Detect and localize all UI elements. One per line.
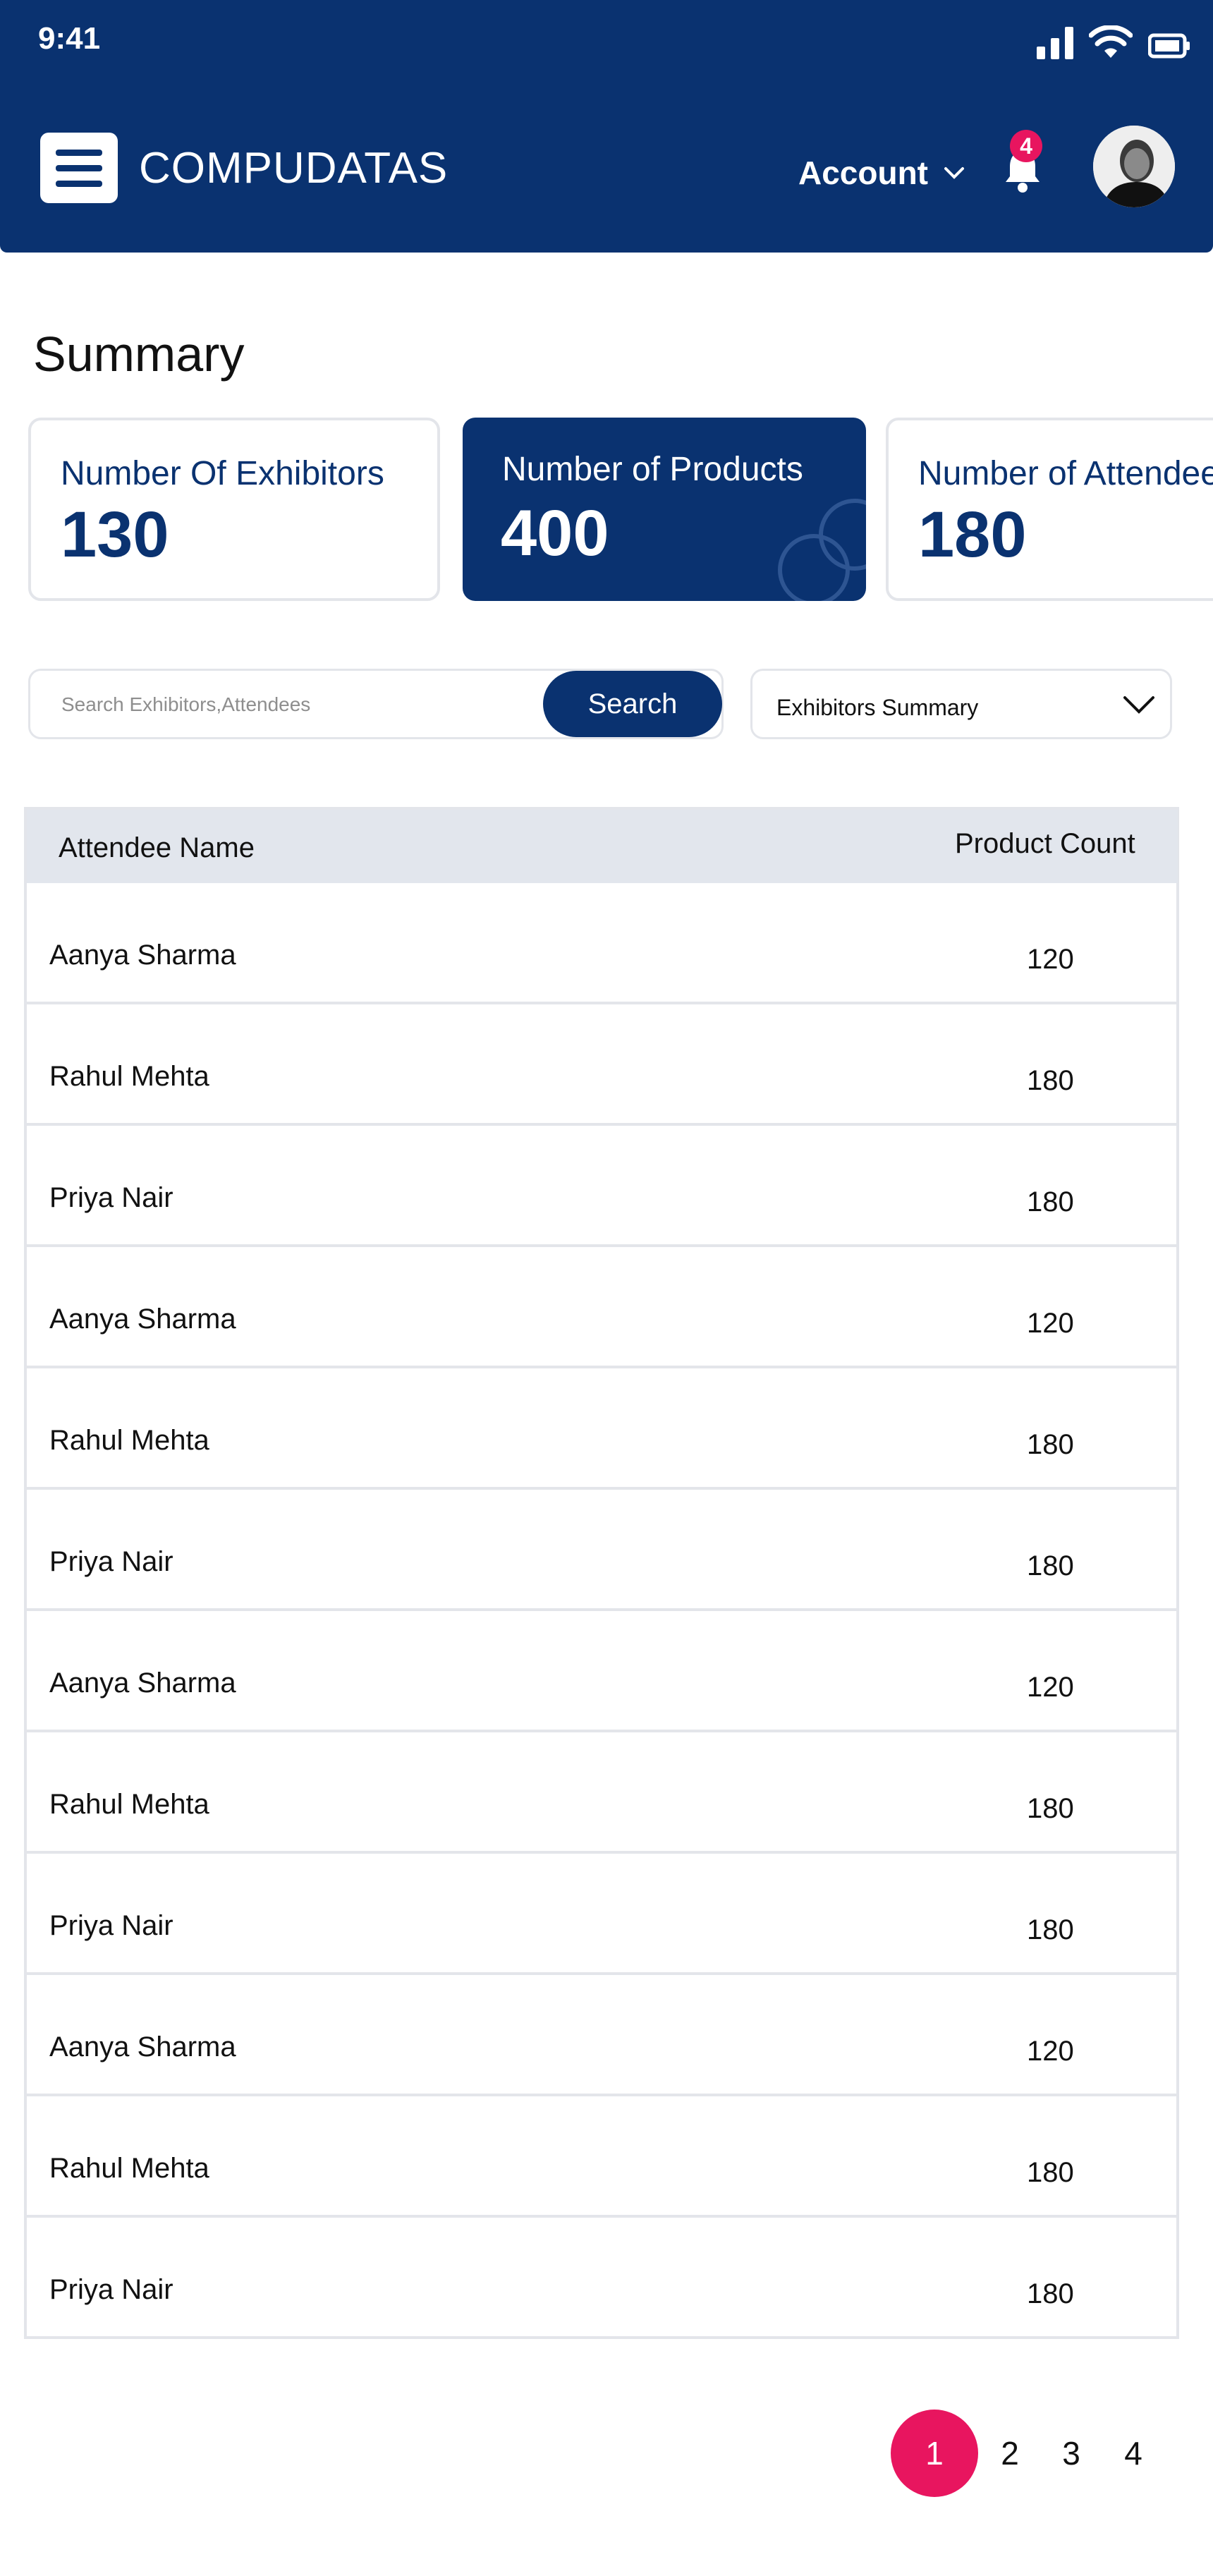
table-row[interactable]: Priya Nair 180 [27,1126,1178,1247]
menu-line [56,164,102,171]
attendee-name: Aanya Sharma [49,2031,236,2062]
select-value: Exhibitors Summary [776,695,979,720]
table-row[interactable]: Rahul Mehta 180 [27,1004,1178,1126]
page-title: Summary [33,327,245,382]
attendee-name: Rahul Mehta [49,2153,209,2184]
product-count: 120 [1027,1672,1074,1703]
attendee-name: Aanya Sharma [49,1667,236,1699]
app-bar: 9:41 COMPUDATAS Account 4 [0,0,1213,253]
decorative-circles-icon [778,499,866,601]
column-header-count[interactable]: Product Count [955,828,1135,860]
products-card[interactable]: Number of Products 400 [463,418,866,601]
notification-badge: 4 [1010,130,1042,162]
attendee-name: Priya Nair [49,1546,173,1577]
product-count: 120 [1027,1308,1074,1339]
table-row[interactable]: Priya Nair 180 [27,1490,1178,1611]
menu-line [56,180,102,187]
product-count: 180 [1027,1793,1074,1824]
account-label: Account [798,154,928,191]
search-button[interactable]: Search [543,671,722,737]
product-count: 180 [1027,1550,1074,1581]
card-value: 400 [501,497,609,569]
attendee-table: Attendee Name Product Count Aanya Sharma… [24,807,1179,2339]
account-dropdown[interactable]: Account [798,154,965,192]
chevron-down-icon [944,167,964,179]
table-row[interactable]: Aanya Sharma 120 [27,1247,1178,1368]
product-count: 120 [1027,944,1074,975]
summary-type-select[interactable]: Exhibitors Summary [750,669,1172,739]
card-value: 130 [61,499,169,571]
card-label: Number Of Exhibitors [61,455,384,492]
product-count: 180 [1027,1429,1074,1460]
table-row[interactable]: Aanya Sharma 120 [27,1611,1178,1732]
brand-title: COMPUDATAS [139,144,449,193]
search-input[interactable] [61,684,555,726]
product-count: 180 [1027,1186,1074,1217]
exhibitors-card[interactable]: Number Of Exhibitors 130 [28,418,440,601]
battery-icon [1148,33,1190,59]
column-header-name[interactable]: Attendee Name [59,832,255,864]
table-row[interactable]: Rahul Mehta 180 [27,1368,1178,1490]
avatar[interactable] [1093,126,1175,207]
status-icons [1037,25,1190,59]
table-row[interactable]: Priya Nair 180 [27,2218,1178,2339]
page-button-1[interactable]: 1 [891,2410,978,2497]
attendee-name: Rahul Mehta [49,1425,209,1456]
product-count: 180 [1027,1914,1074,1945]
card-label: Number of Attendee [918,455,1213,492]
product-count: 180 [1027,2157,1074,2188]
table-header: Attendee Name Product Count [27,810,1178,883]
card-label: Number of Products [502,451,803,488]
attendee-name: Aanya Sharma [49,940,236,971]
product-count: 180 [1027,2278,1074,2309]
attendee-name: Aanya Sharma [49,1304,236,1335]
card-value: 180 [918,499,1027,571]
table-row[interactable]: Rahul Mehta 180 [27,1732,1178,1854]
attendee-name: Rahul Mehta [49,1061,209,1092]
status-time: 9:41 [38,21,101,56]
attendees-card[interactable]: Number of Attendee 180 [886,418,1213,601]
attendee-name: Priya Nair [49,1910,173,1941]
menu-button[interactable] [40,133,118,203]
signal-icon [1037,27,1073,59]
product-count: 180 [1027,1065,1074,1096]
chevron-down-icon [1123,696,1154,714]
page-button-4[interactable]: 4 [1090,2410,1177,2497]
attendee-name: Priya Nair [49,1182,173,1213]
table-row[interactable]: Rahul Mehta 180 [27,2096,1178,2218]
table-row[interactable]: Priya Nair 180 [27,1854,1178,1975]
attendee-name: Rahul Mehta [49,1789,209,1820]
user-photo-icon [1093,126,1175,207]
menu-line [56,149,102,156]
wifi-icon [1089,25,1133,58]
table-row[interactable]: Aanya Sharma 120 [27,1975,1178,2096]
attendee-name: Priya Nair [49,2274,173,2305]
product-count: 120 [1027,2036,1074,2067]
table-row[interactable]: Aanya Sharma 120 [27,883,1178,1004]
